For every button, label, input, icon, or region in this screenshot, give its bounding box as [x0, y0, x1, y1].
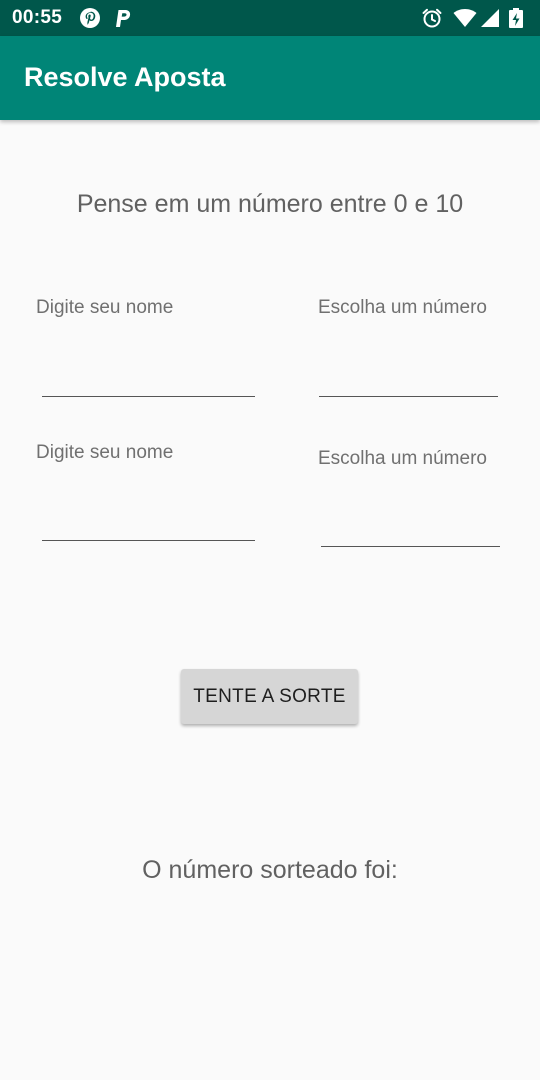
- name-input-2-hint: Digite seu nome: [36, 442, 174, 463]
- number-input-1-hint: Escolha um número: [318, 297, 487, 318]
- status-time: 00:55: [12, 7, 63, 28]
- signal-icon: [480, 7, 502, 29]
- result-text: O número sorteado foi:: [142, 856, 398, 884]
- name-input-1-hint: Digite seu nome: [36, 297, 174, 318]
- number-input-2-underline: [321, 546, 500, 547]
- app-title: Resolve Aposta: [24, 62, 226, 92]
- name-input-1-underline: [42, 396, 255, 397]
- number-input-1-underline: [319, 396, 498, 397]
- name-input-2-underline: [42, 540, 255, 541]
- number-input-2-hint: Escolha um número: [318, 448, 487, 469]
- pinterest-icon: [79, 7, 101, 29]
- instruction-text: Pense em um número entre 0 e 10: [76, 190, 464, 218]
- alarm-icon: [421, 7, 443, 29]
- wifi-icon: [453, 7, 477, 29]
- status-bar: 00:55: [0, 0, 540, 36]
- try-luck-button[interactable]: TENTE A SORTE: [181, 669, 358, 724]
- parking-app-icon: [112, 7, 134, 29]
- app-bar: Resolve Aposta: [0, 36, 540, 120]
- battery-charging-icon: [508, 7, 524, 29]
